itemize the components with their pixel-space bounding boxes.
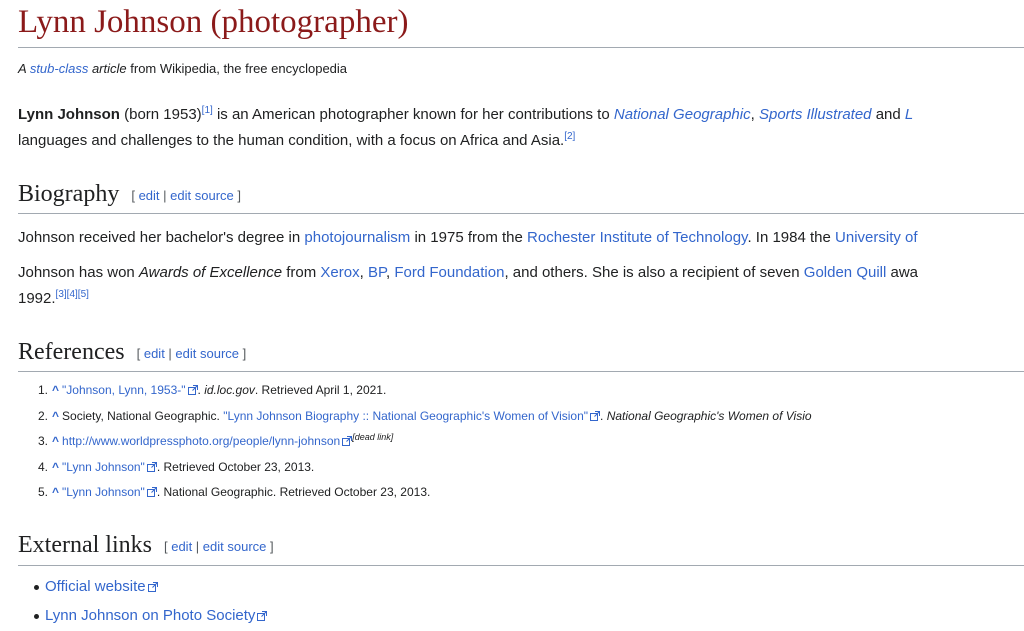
section-heading-external-links: External links[ edit | edit source ]: [18, 532, 274, 558]
subtitle-text-a: A: [18, 61, 30, 76]
reference-link[interactable]: "Lynn Johnson": [62, 485, 145, 499]
reference-link[interactable]: http://www.worldpressphoto.org/people/ly…: [62, 434, 340, 448]
citation-1[interactable]: [1]: [202, 105, 213, 116]
national-geographic-link[interactable]: National Geographic: [614, 106, 751, 123]
subject-name: Lynn Johnson: [18, 106, 120, 123]
intro-line-2: languages and challenges to the human co…: [18, 131, 576, 150]
external-link-icon: [146, 456, 157, 472]
reference-item: 1. ^ "Johnson, Lynn, 1953-". id.loc.gov. R…: [34, 378, 1024, 404]
intro-line-1: Lynn Johnson (born 1953)[1] is an Americ…: [18, 105, 914, 124]
reference-item: 4. ^ "Lynn Johnson". Retrieved October 23,…: [34, 455, 1024, 481]
list-item: Official website: [34, 572, 267, 601]
reference-link[interactable]: "Lynn Johnson Biography :: National Geog…: [223, 409, 588, 423]
reference-link[interactable]: "Johnson, Lynn, 1953-": [62, 383, 186, 397]
reference-item: 5. ^ "Lynn Johnson". National Geographic. …: [34, 480, 1024, 506]
golden-quill-link[interactable]: Golden Quill: [804, 264, 887, 281]
external-link-icon: [342, 430, 353, 446]
references-list: 1. ^ "Johnson, Lynn, 1953-". id.loc.gov. R…: [34, 378, 1024, 506]
citation-5[interactable]: [5]: [78, 289, 89, 300]
dead-link-note[interactable]: [dead link]: [352, 432, 393, 442]
reference-link[interactable]: "Lynn Johnson": [62, 460, 145, 474]
edit-link[interactable]: edit: [171, 539, 192, 554]
section-edit-links: [ edit | edit source ]: [163, 538, 274, 554]
photojournalism-link[interactable]: photojournalism: [304, 229, 410, 246]
edit-source-link[interactable]: edit source: [175, 346, 239, 361]
backlink-caret[interactable]: ^: [52, 485, 59, 499]
citation-3[interactable]: [3]: [56, 289, 67, 300]
section-heading-biography: Biography[ edit | edit source ]: [18, 181, 241, 207]
reference-item: 2. ^ Society, National Geographic. "Lynn J…: [34, 404, 1024, 430]
official-website-link[interactable]: Official website: [45, 578, 146, 595]
citation-4[interactable]: [4]: [67, 289, 78, 300]
external-link-icon: [257, 602, 268, 621]
external-link-icon: [187, 379, 198, 395]
backlink-caret[interactable]: ^: [52, 460, 59, 474]
citation-2[interactable]: [2]: [564, 131, 575, 142]
biography-paragraph-2: Johnson has won Awards of Excellence fro…: [18, 264, 919, 307]
xerox-link[interactable]: Xerox: [320, 264, 359, 281]
intro-paragraph: Lynn Johnson (born 1953)[1] is an Americ…: [18, 102, 1024, 154]
edit-source-link[interactable]: edit source: [170, 188, 234, 203]
stub-class-link[interactable]: stub-class: [30, 61, 89, 76]
section-divider: [18, 565, 1024, 566]
title-divider: [18, 47, 1024, 48]
ford-foundation-link[interactable]: Ford Foundation: [394, 264, 504, 281]
backlink-caret[interactable]: ^: [52, 409, 59, 423]
section-divider: [18, 213, 1024, 214]
section-edit-links: [ edit | edit source ]: [131, 187, 241, 203]
page-title: Lynn Johnson (photographer): [18, 4, 409, 40]
external-link-icon: [590, 405, 601, 421]
bullet: [34, 584, 39, 590]
external-link-icon: [147, 573, 158, 592]
reference-item: 3. ^ http://www.worldpressphoto.org/people…: [37, 430, 394, 449]
backlink-caret[interactable]: ^: [52, 434, 59, 448]
section-divider: [18, 371, 1024, 372]
edit-link[interactable]: edit: [139, 188, 160, 203]
biography-paragraph-1: Johnson received her bachelor's degree i…: [18, 229, 918, 246]
photo-society-link[interactable]: Lynn Johnson on Photo Society: [45, 607, 255, 624]
external-links-list: Official website Lynn Johnson on Photo S…: [34, 572, 268, 630]
sports-illustrated-link[interactable]: Sports Illustrated: [759, 106, 872, 123]
subtitle-text-b: article: [88, 61, 127, 76]
section-edit-links: [ edit | edit source ]: [136, 345, 247, 361]
edit-source-link[interactable]: edit source: [203, 539, 267, 554]
edit-link[interactable]: edit: [144, 346, 165, 361]
backlink-caret[interactable]: ^: [52, 383, 59, 397]
bullet: [34, 613, 39, 619]
section-heading-references: References[ edit | edit source ]: [18, 339, 247, 365]
bp-link[interactable]: BP: [368, 264, 386, 281]
rit-link[interactable]: Rochester Institute of Technology: [527, 229, 747, 246]
truncated-link[interactable]: L: [905, 106, 913, 123]
external-link-icon: [146, 481, 157, 497]
subtitle-text-c: from Wikipedia, the free encyclopedia: [126, 61, 348, 76]
page-subtitle: A stub-class article from Wikipedia, the…: [18, 61, 347, 76]
university-link[interactable]: University of: [835, 229, 918, 246]
